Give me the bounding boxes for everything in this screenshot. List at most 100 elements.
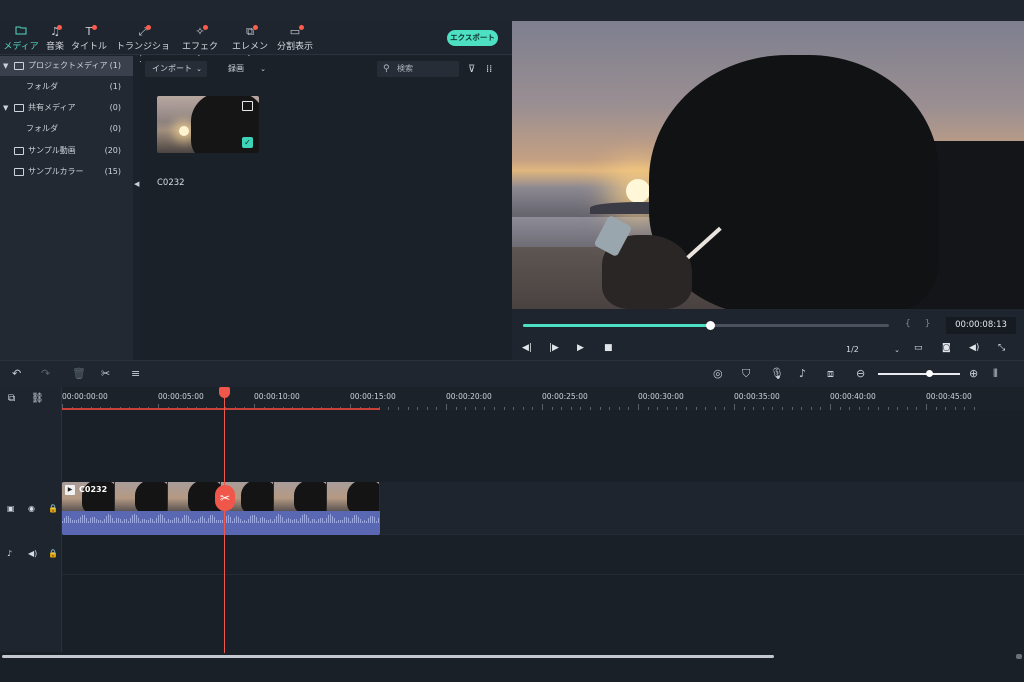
sidebar-item-folder[interactable]: フォルダ (1) [0,77,133,97]
waveform-bar [160,514,161,523]
grid-view-icon[interactable]: ⁞⁞ [486,64,492,75]
timeline-settings-icon[interactable]: ⦀ [993,367,998,381]
clip-frame [274,482,327,511]
render-icon[interactable]: ◎ [713,367,723,380]
in-out-markers[interactable]: {} [905,319,944,329]
timeline-horizontal-scrollbar[interactable] [2,655,774,658]
filter-icon[interactable]: ⊽ [468,64,475,75]
cut-icon[interactable]: ✂ [101,367,110,380]
search-input[interactable]: ⚲ 検索 [377,61,459,77]
playback-progress-handle[interactable] [705,321,715,330]
waveform-bar [234,517,235,523]
preview-quality-select[interactable]: 1/2 ⌄ [846,343,900,357]
ruler-tick [887,407,889,410]
snapshot-icon[interactable]: ⧈ [827,367,834,381]
undo-icon[interactable]: ↶ [12,367,21,380]
media-thumbnail[interactable]: ✓ [157,96,259,153]
ruler-tick [542,404,543,410]
timeline-ruler[interactable]: 00:00:00:00 00:00:05:00 00:00:10:00 00:0… [62,387,1024,410]
lock-icon[interactable]: 🔒 [48,549,58,558]
lock-icon[interactable]: 🔒 [48,504,58,513]
ruler-tick [945,407,947,410]
delete-icon[interactable]: 🗑 [72,367,86,380]
waveform-bar [202,516,203,523]
link-icon[interactable]: ⛓ [31,393,44,404]
ruler-tick-label: 00:00:30:00 [638,392,684,401]
waveform-bar [360,519,361,523]
waveform-bar [200,516,201,523]
step-back-icon[interactable]: ◀| [522,343,532,353]
snapshot-camera-icon[interactable]: ◙ [942,343,951,353]
sidebar-item-sample-color[interactable]: サンプルカラー (15) [0,162,133,182]
tab-title[interactable]: T タイトル [70,24,108,54]
tab-media[interactable]: メディア [2,24,40,54]
ruler-tick [906,407,908,410]
fullscreen-icon[interactable]: ⤡ [998,343,1005,353]
display-icon[interactable]: ▭ [914,343,923,353]
sidebar-item-sample-video[interactable]: サンプル動画 (20) [0,141,133,161]
playback-progress-bar[interactable] [523,321,889,330]
record-dropdown[interactable]: 録画 ⌄ [213,61,271,77]
waveform-bar [220,520,221,523]
zoom-slider[interactable] [878,370,960,377]
film-strip-icon [242,101,253,111]
sidebar-item-project-media[interactable]: ▼ プロジェクトメディア (1) [0,56,133,76]
microphone-icon[interactable]: 🎙 [770,367,784,380]
waveform-bar [354,515,355,523]
waveform-bar [246,520,247,523]
split-scissors-icon[interactable]: ✂ [215,485,235,511]
waveform-bar [152,518,153,523]
waveform-bar [356,514,357,523]
waveform-bar [98,520,99,523]
stop-icon[interactable]: ■ [604,343,613,353]
tab-music[interactable]: ♫ 音楽 [44,24,66,54]
tab-transition[interactable]: ⤢ トランジション [112,24,174,65]
waveform-bar [238,516,239,523]
notification-dot [203,25,208,30]
waveform-bar [150,518,151,523]
clip-frame [115,482,168,511]
preview-panel: {} 00:00:08:13 ◀| |▶ ▶ ■ 1/2 ⌄ ▭ ◙ ◀) ⤡ [512,21,1024,360]
waveform-bar [146,520,147,523]
speaker-icon[interactable]: ◀) [28,549,37,558]
eye-icon[interactable]: ◉ [28,504,35,513]
collapse-sidebar-icon[interactable]: ◀ [134,180,139,188]
waveform-bar [174,518,175,523]
ruler-tick [935,407,937,410]
tab-effect[interactable]: ✧ エフェクト [178,24,222,65]
marker-icon[interactable]: ⛉ [742,367,750,381]
add-track-icon[interactable]: ⧉ [8,393,15,404]
clip-name: C0232 [79,485,108,494]
playhead[interactable] [224,388,225,653]
sidebar-item-folder[interactable]: フォルダ (0) [0,119,133,139]
import-dropdown[interactable]: インポート ⌄ [145,61,207,77]
zoom-out-icon[interactable]: ⊖ [856,367,865,380]
tab-element[interactable]: ⧉ エレメント [228,24,272,65]
zoom-slider-handle[interactable] [925,370,933,377]
waveform-bar [336,520,337,523]
ruler-tick-label: 00:00:15:00 [350,392,396,401]
ruler-tick [666,407,668,410]
playhead-handle[interactable] [219,387,230,398]
waveform-bar [366,520,367,523]
volume-icon[interactable]: ◀) [969,343,979,353]
waveform-bar [116,518,117,523]
tab-split-screen[interactable]: ▭ 分割表示 [276,24,314,54]
sidebar-item-shared-media[interactable]: ▼ 共有メディア (0) [0,98,133,118]
sidebar-item-count: (20) [104,146,121,155]
zoom-in-icon[interactable]: ⊕ [969,367,978,380]
ruler-tick [398,407,399,410]
waveform-bar [300,518,301,523]
waveform-bar [106,515,107,523]
play-icon[interactable]: ▶ [577,343,584,353]
ruler-tick [561,407,563,410]
redo-icon[interactable]: ↷ [41,367,50,380]
ruler-tick [724,407,726,410]
waveform-bar [324,520,325,523]
waveform-bar [258,520,259,523]
export-button[interactable]: エクスポート [447,30,498,46]
step-forward-icon[interactable]: |▶ [549,343,559,353]
audio-mixer-icon[interactable]: ♪ [799,367,806,380]
ruler-tick [590,407,591,410]
audio-adjust-icon[interactable]: ≡ [131,367,140,380]
